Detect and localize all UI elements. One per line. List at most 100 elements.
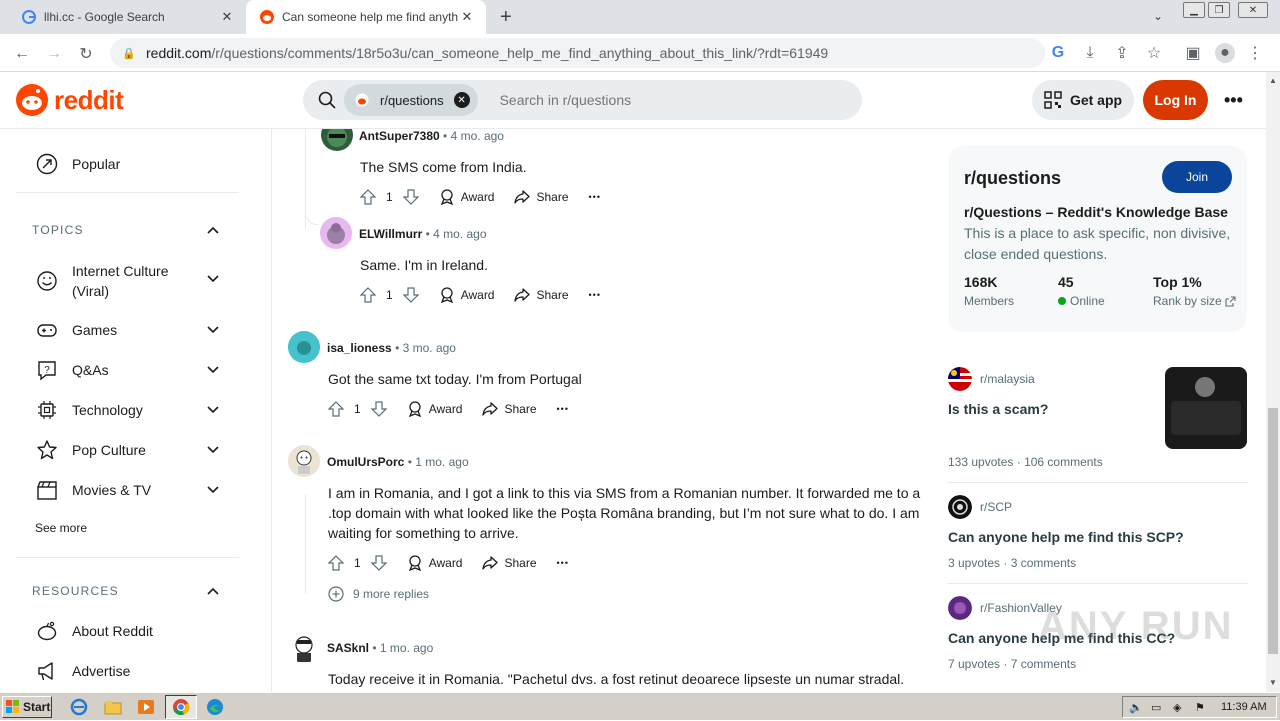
more-actions-icon[interactable]: ••• (589, 192, 601, 202)
install-icon[interactable]: ⤓ (1080, 43, 1100, 63)
chevron-down-icon[interactable] (206, 443, 220, 457)
related-post[interactable]: r/SCP Can anyone help me find this SCP? … (948, 493, 1248, 573)
subreddit-filter-chip[interactable]: r/questions ✕ (344, 84, 478, 116)
topics-heading[interactable]: TOPICS (32, 223, 84, 237)
upvote-icon[interactable] (328, 555, 344, 571)
start-button[interactable]: Start (2, 696, 52, 718)
tab-reddit-post[interactable]: Can someone help me find anything ✕ (246, 0, 486, 34)
award-button[interactable]: Award (439, 189, 494, 205)
profile-icon[interactable]: ● (1215, 43, 1235, 63)
internet-explorer-icon[interactable] (70, 698, 88, 716)
sidebar-item-technology[interactable]: Technology (36, 399, 143, 421)
comment-author[interactable]: ELWillmurr (359, 227, 422, 241)
sidebar-item-pop-culture[interactable]: Pop Culture (36, 439, 146, 461)
more-actions-icon[interactable]: ••• (589, 290, 601, 300)
more-actions-icon[interactable]: ••• (557, 558, 569, 568)
more-replies-button[interactable]: 9 more replies (328, 586, 429, 602)
scroll-up-icon[interactable]: ▲ (1269, 76, 1277, 85)
reddit-logo[interactable]: reddit (16, 84, 124, 116)
reload-icon[interactable]: ↻ (75, 43, 97, 65)
see-more-link[interactable]: See more (35, 521, 87, 535)
get-app-button[interactable]: Get app (1032, 80, 1134, 120)
more-actions-icon[interactable]: ••• (557, 404, 569, 414)
avatar[interactable] (288, 445, 320, 477)
avatar[interactable] (321, 129, 353, 151)
scroll-down-icon[interactable]: ▼ (1269, 678, 1277, 687)
upvote-icon[interactable] (360, 189, 376, 205)
share-button[interactable]: Share (514, 189, 569, 205)
related-subreddit[interactable]: r/malaysia (948, 367, 1035, 391)
sidebar-item-advertise[interactable]: Advertise (36, 660, 130, 682)
sidebar-item-movies-tv[interactable]: Movies & TV (36, 479, 151, 501)
related-title[interactable]: Can anyone help me find this SCP? (948, 529, 1184, 545)
share-button[interactable]: Share (514, 287, 569, 303)
shield-icon[interactable]: ◈ (1173, 701, 1187, 714)
maximize-button[interactable]: ❐ (1208, 2, 1230, 18)
share-button[interactable]: Share (482, 401, 537, 417)
award-button[interactable]: Award (407, 401, 462, 417)
join-button[interactable]: Join (1162, 161, 1232, 193)
media-player-icon[interactable] (137, 698, 155, 716)
search-input[interactable] (499, 92, 800, 108)
comment-author[interactable]: AntSuper7380 (359, 129, 440, 143)
minimize-button[interactable]: ▁ (1183, 2, 1205, 18)
chevron-down-icon[interactable] (206, 403, 220, 417)
share-button[interactable]: Share (482, 555, 537, 571)
award-button[interactable]: Award (407, 555, 462, 571)
chevron-down-icon[interactable] (206, 363, 220, 377)
sidebar-item-popular[interactable]: Popular (36, 153, 120, 175)
subreddit-title[interactable]: r/questions (964, 168, 1061, 189)
window-close-button[interactable]: ✕ (1238, 2, 1268, 18)
browser-menu-icon[interactable]: ⋮ (1245, 43, 1265, 63)
award-button[interactable]: Award (439, 287, 494, 303)
downvote-icon[interactable] (370, 401, 387, 417)
chrome-taskbar-button[interactable] (165, 695, 197, 719)
chevron-down-icon[interactable] (206, 483, 220, 497)
tab-search-chevron-icon[interactable]: ⌄ (1153, 9, 1163, 23)
comment-author[interactable]: isa_lioness (327, 341, 392, 355)
clear-chip-icon[interactable]: ✕ (453, 92, 470, 108)
downvote-icon[interactable] (402, 287, 419, 303)
sidebar-item-games[interactable]: Games (36, 319, 117, 341)
avatar[interactable] (320, 217, 352, 249)
folder-icon[interactable] (104, 698, 122, 716)
downvote-icon[interactable] (402, 189, 419, 205)
edge-icon[interactable] (206, 698, 224, 716)
avatar[interactable] (288, 631, 320, 663)
clock[interactable]: 11:39 AM (1221, 701, 1267, 713)
share-page-icon[interactable]: ⇪ (1112, 43, 1132, 63)
side-panel-icon[interactable]: ▣ (1183, 43, 1203, 63)
google-lens-icon[interactable]: G (1048, 43, 1068, 63)
bookmark-star-icon[interactable]: ☆ (1144, 43, 1164, 63)
chevron-up-icon[interactable] (206, 584, 220, 598)
comment-author[interactable]: SASknl (327, 641, 369, 655)
chevron-up-icon[interactable] (206, 223, 220, 237)
related-subreddit[interactable]: r/SCP (948, 495, 1012, 519)
address-bar[interactable]: 🔒 reddit.com/r/questions/comments/18r5o3… (110, 38, 1045, 68)
sidebar-item-qas[interactable]: ? Q&As (36, 359, 109, 381)
chevron-down-icon[interactable] (206, 323, 220, 337)
forward-arrow-icon[interactable]: → (43, 43, 65, 65)
network-icon[interactable]: ▭ (1151, 701, 1165, 714)
search-bar[interactable]: r/questions ✕ (303, 80, 862, 120)
vertical-scrollbar[interactable]: ▲ ▼ (1266, 72, 1280, 692)
related-post[interactable]: r/malaysia Is this a scam? 133 upvotes ·… (948, 365, 1248, 475)
more-options-icon[interactable]: ••• (1224, 90, 1243, 111)
sidebar-item-about-reddit[interactable]: About Reddit (36, 620, 153, 642)
speaker-icon[interactable]: 🔈 (1129, 701, 1143, 714)
upvote-icon[interactable] (328, 401, 344, 417)
scrollbar-thumb[interactable] (1268, 408, 1278, 654)
related-thumbnail[interactable] (1165, 367, 1247, 449)
close-icon[interactable]: ✕ (458, 9, 476, 25)
external-link-icon[interactable] (1225, 295, 1236, 307)
new-tab-button[interactable]: + (500, 6, 512, 29)
login-button[interactable]: Log In (1143, 80, 1208, 120)
tab-google-search[interactable]: llhi.cc - Google Search ✕ (8, 0, 246, 34)
sidebar-item-internet-culture[interactable]: Internet Culture (Viral) (36, 261, 176, 301)
avatar[interactable] (288, 331, 320, 363)
chevron-down-icon[interactable] (206, 272, 220, 286)
related-title[interactable]: Is this a scam? (948, 401, 1048, 417)
resources-heading[interactable]: RESOURCES (32, 584, 119, 598)
upvote-icon[interactable] (360, 287, 376, 303)
flag-icon[interactable]: ⚑ (1195, 701, 1209, 714)
